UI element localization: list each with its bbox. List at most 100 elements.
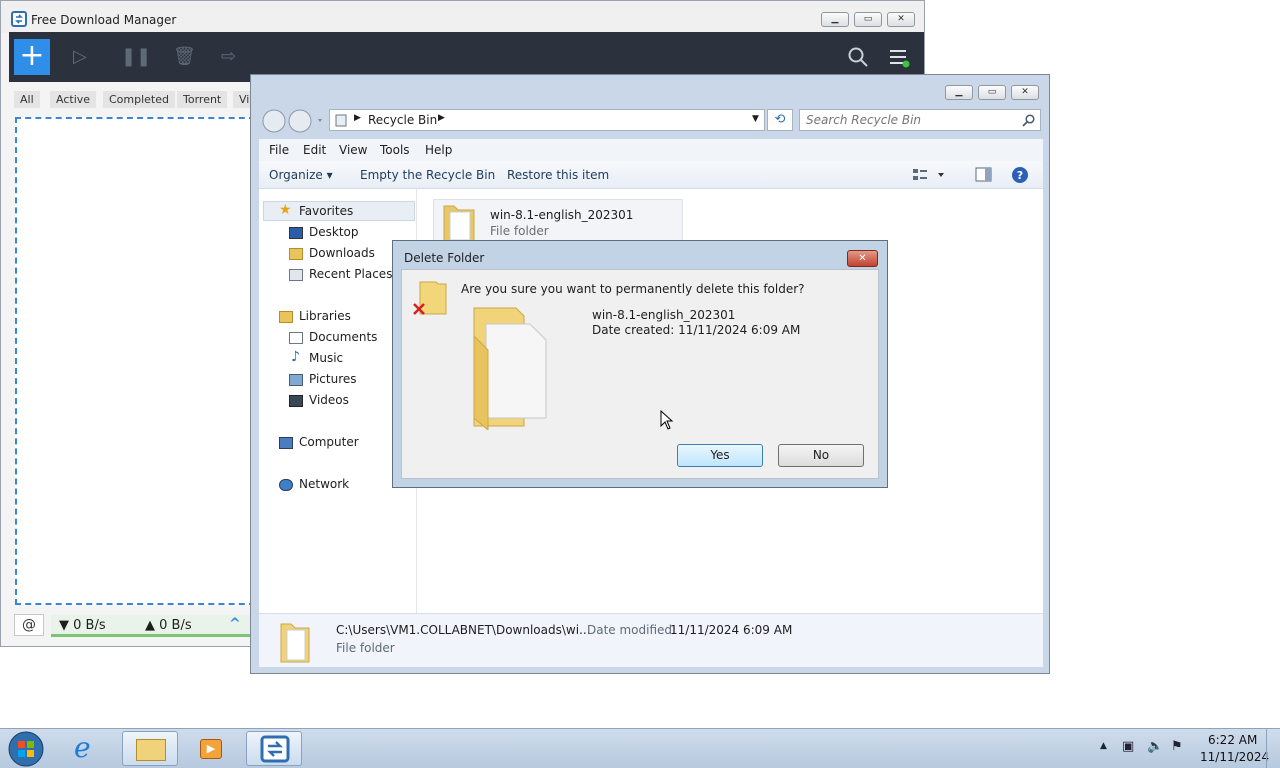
breadcrumb[interactable]: Recycle Bin (368, 113, 437, 127)
delete-folder-icon (413, 281, 447, 315)
drop-zone[interactable] (15, 117, 255, 605)
nav-videos[interactable]: Videos (309, 393, 349, 407)
resume-icon[interactable]: ▷ (73, 46, 87, 67)
internet-explorer-taskbar-button[interactable]: e (62, 731, 118, 766)
music-icon: ♪ (291, 349, 300, 365)
nav-pictures[interactable]: Pictures (309, 372, 357, 386)
fdm-app-icon (260, 735, 290, 763)
no-button[interactable]: No (778, 444, 864, 467)
fdm-statusbar: @ ▼ 0 B/s ▲ 0 B/s ^ (9, 611, 251, 639)
organize-button[interactable]: Organize ▾ (269, 168, 333, 182)
search-box[interactable] (799, 109, 1041, 131)
computer-icon (279, 437, 293, 449)
menu-view[interactable]: View (339, 143, 367, 157)
nav-documents[interactable]: Documents (309, 330, 377, 344)
fdm-minimize-button[interactable]: ▁ (821, 12, 849, 27)
explorer-minimize-button[interactable]: ▁ (945, 85, 973, 100)
search-input[interactable] (804, 112, 1018, 128)
help-icon[interactable]: ? (1011, 166, 1029, 184)
back-forward-buttons[interactable] (261, 108, 325, 134)
menu-help[interactable]: Help (425, 143, 452, 157)
upload-speed: ▲ 0 B/s (145, 618, 192, 633)
folder-icon (443, 205, 475, 243)
nav-downloads[interactable]: Downloads (309, 246, 375, 260)
nav-desktop[interactable]: Desktop (309, 225, 359, 239)
fdm-titlebar[interactable]: Free Download Manager ▁ ▭ ✕ (1, 1, 924, 33)
menu-icon[interactable] (889, 48, 911, 70)
tab-active[interactable]: Active (50, 91, 97, 108)
tab-completed[interactable]: Completed (103, 91, 175, 108)
favorites-star-icon: ★ (279, 202, 292, 218)
details-type: File folder (336, 641, 395, 655)
downloads-icon (289, 248, 303, 260)
explorer-maximize-button[interactable]: ▭ (978, 85, 1006, 100)
nav-favorites[interactable]: Favorites (299, 204, 353, 218)
taskbar: e ▶ ▲ ▣ 🔈 ⚑ 6:22 AM 11/11/2024 (0, 728, 1280, 768)
item-type: File folder (490, 224, 549, 238)
dialog-body: Are you sure you want to permanently del… (401, 269, 879, 479)
large-folder-icon (473, 307, 547, 430)
volume-muted-icon[interactable]: 🔈 (1147, 739, 1163, 754)
add-download-button[interactable]: + (14, 39, 50, 75)
fdm-taskbar-button[interactable] (246, 731, 302, 766)
nav-recent-places[interactable]: Recent Places (309, 267, 392, 281)
show-desktop-button[interactable] (1266, 729, 1280, 768)
address-bar[interactable]: ▶ Recycle Bin ▶ ▼ (329, 109, 765, 131)
nav-computer[interactable]: Computer (299, 435, 359, 449)
dialog-date-created: Date created: 11/11/2024 6:09 AM (592, 323, 801, 337)
explorer-taskbar-button[interactable] (122, 731, 178, 766)
dialog-close-button[interactable]: ✕ (847, 250, 878, 267)
start-button-icon[interactable] (6, 730, 46, 768)
nav-network[interactable]: Network (299, 477, 349, 491)
fdm-close-button[interactable]: ✕ (887, 12, 915, 27)
collapse-icon[interactable]: ^ (229, 616, 241, 632)
menu-edit[interactable]: Edit (303, 143, 326, 157)
yes-button[interactable]: Yes (677, 444, 763, 467)
snail-mode-icon[interactable]: @ (14, 614, 44, 636)
videos-icon (289, 395, 303, 407)
media-player-icon: ▶ (200, 739, 222, 759)
search-icon[interactable] (1022, 114, 1036, 128)
fdm-maximize-button[interactable]: ▭ (854, 12, 882, 27)
network-flag-icon[interactable]: ⚑ (1171, 739, 1183, 754)
refresh-icon[interactable]: ⟲ (767, 109, 793, 131)
tab-torrent[interactable]: Torrent (177, 91, 228, 108)
dialog-question: Are you sure you want to permanently del… (461, 282, 805, 296)
action-center-icon[interactable]: ▣ (1122, 739, 1134, 754)
folder-icon (136, 739, 166, 761)
media-player-taskbar-button[interactable]: ▶ (184, 731, 240, 766)
documents-icon (289, 332, 303, 344)
dialog-folder-name: win-8.1-english_202301 (592, 308, 736, 322)
delete-icon[interactable]: 🗑 (173, 46, 196, 67)
show-hidden-icons-icon[interactable]: ▲ (1100, 741, 1107, 751)
breadcrumb-arrow-icon[interactable]: ▶ (438, 113, 445, 123)
details-modified-value: 11/11/2024 6:09 AM (670, 623, 793, 637)
empty-recycle-bin-button[interactable]: Empty the Recycle Bin (360, 168, 495, 182)
restore-item-button[interactable]: Restore this item (507, 168, 609, 182)
nav-music[interactable]: Music (309, 351, 343, 365)
move-folder-icon[interactable]: ⇨ (221, 46, 236, 67)
download-speed: ▼ 0 B/s (59, 618, 106, 633)
clock-time[interactable]: 6:22 AM (1208, 733, 1257, 747)
list-item[interactable]: win-8.1-english_202301 File folder (433, 199, 683, 245)
details-modified-label: Date modified: (587, 623, 677, 637)
network-icon (279, 479, 293, 491)
details-pane: C:\Users\VM1.COLLABNET\Downloads\wi... D… (259, 613, 1043, 667)
menu-tools[interactable]: Tools (380, 143, 410, 157)
view-options-icon[interactable] (911, 167, 947, 183)
internet-explorer-icon: e (74, 731, 91, 764)
preview-pane-icon[interactable] (975, 167, 993, 183)
pause-icon[interactable]: ❚❚ (121, 46, 151, 67)
clock-date[interactable]: 11/11/2024 (1200, 750, 1269, 764)
recycle-bin-icon (335, 114, 347, 127)
nav-libraries[interactable]: Libraries (299, 309, 351, 323)
fdm-app-icon (11, 11, 27, 27)
menu-file[interactable]: File (269, 143, 289, 157)
address-dropdown-icon[interactable]: ▼ (752, 114, 759, 124)
explorer-close-button[interactable]: ✕ (1011, 85, 1039, 100)
breadcrumb-arrow-icon[interactable]: ▶ (354, 113, 361, 123)
folder-icon (280, 623, 310, 663)
details-path: C:\Users\VM1.COLLABNET\Downloads\wi... (336, 623, 591, 637)
tab-all[interactable]: All (14, 91, 40, 108)
search-icon[interactable] (847, 46, 869, 68)
